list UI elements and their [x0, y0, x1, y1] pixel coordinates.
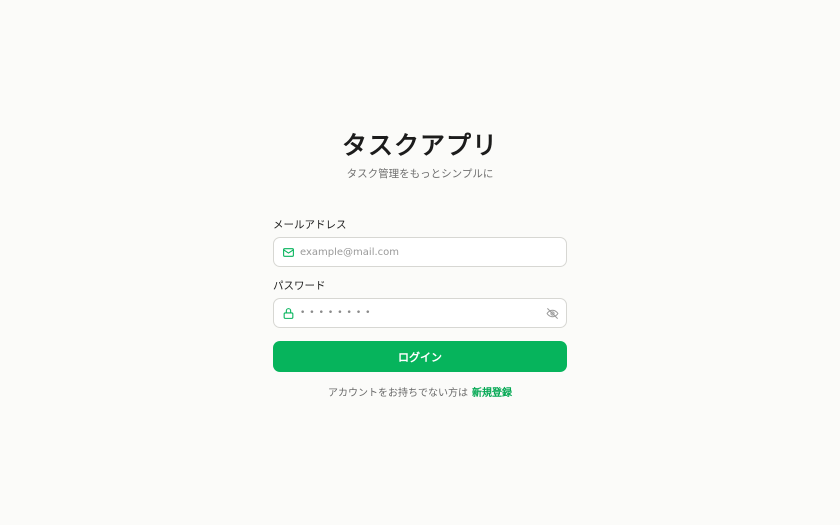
password-label: パスワード	[273, 280, 326, 292]
eye-off-icon[interactable]	[545, 306, 559, 320]
signup-prompt: アカウントをお持ちでない方は 新規登録	[273, 387, 567, 401]
login-card: タスクアプリ タスク管理をもっとシンプルに メールアドレス パスワード	[273, 128, 567, 401]
lock-icon	[281, 306, 295, 320]
login-button[interactable]: ログイン	[273, 341, 567, 372]
email-label: メールアドレス	[273, 219, 347, 231]
app-title: タスクアプリ	[341, 131, 498, 160]
signup-link[interactable]: 新規登録	[472, 388, 512, 399]
app-subtitle: タスク管理をもっとシンプルに	[346, 168, 494, 180]
password-field-container[interactable]	[273, 298, 567, 328]
mail-icon	[281, 245, 295, 259]
password-input[interactable]	[300, 300, 545, 326]
email-input[interactable]	[300, 239, 566, 265]
email-field-container[interactable]	[273, 237, 567, 267]
signup-prompt-text: アカウントをお持ちでない方は	[328, 388, 468, 399]
